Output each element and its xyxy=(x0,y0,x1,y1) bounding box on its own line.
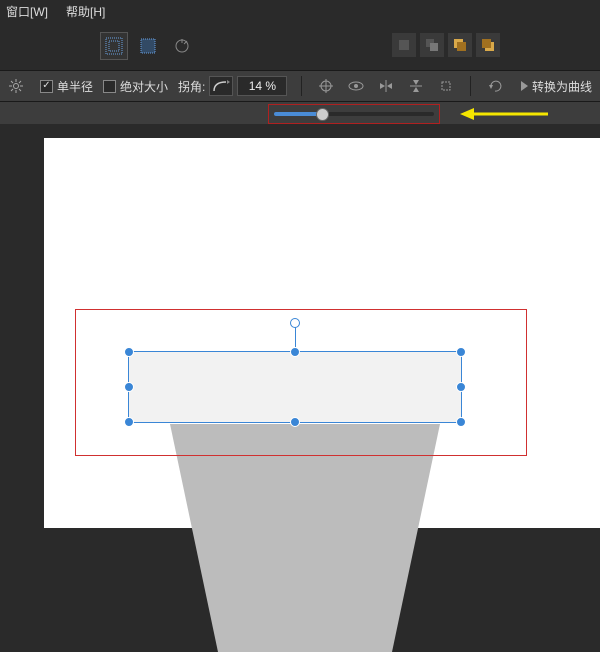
transform-origin-icon[interactable] xyxy=(316,76,336,96)
convert-label: 转换为曲线 xyxy=(532,78,592,95)
absolute-size-checkbox[interactable]: 绝对大小 xyxy=(103,78,168,95)
corner-label: 拐角: xyxy=(178,78,205,95)
corner-slider[interactable] xyxy=(274,112,434,116)
snap-icon[interactable] xyxy=(168,32,196,60)
canvas-area xyxy=(0,124,600,528)
arrangement-icons xyxy=(392,33,500,57)
absolute-size-label: 绝对大小 xyxy=(120,78,168,95)
checkbox-icon xyxy=(103,80,116,93)
layer-forward-icon[interactable] xyxy=(448,33,472,57)
slider-bar xyxy=(0,102,600,126)
play-icon xyxy=(521,81,528,91)
flip-v-icon[interactable] xyxy=(406,76,426,96)
handle-bottom-right[interactable] xyxy=(456,417,466,427)
convert-to-curves-button[interactable]: 转换为曲线 xyxy=(521,78,592,95)
handle-top-right[interactable] xyxy=(456,347,466,357)
rotation-line xyxy=(295,327,296,347)
divider xyxy=(470,76,471,96)
grid-icon[interactable] xyxy=(100,32,128,60)
annotation-arrow xyxy=(460,107,550,121)
rotate-icon[interactable] xyxy=(485,76,505,96)
layer-backward-icon[interactable] xyxy=(476,33,500,57)
slider-thumb[interactable] xyxy=(316,108,329,121)
gear-icon[interactable] xyxy=(8,78,24,94)
tool-icon-strip xyxy=(0,22,600,70)
rotation-handle[interactable] xyxy=(290,318,300,328)
align-icon-1[interactable] xyxy=(392,33,416,57)
handle-top-left[interactable] xyxy=(124,347,134,357)
grid-dense-icon[interactable] xyxy=(134,32,162,60)
corner-percent-value: 14 % xyxy=(249,79,276,93)
selected-rectangle[interactable] xyxy=(128,351,462,423)
divider xyxy=(301,76,302,96)
checkbox-icon xyxy=(40,80,53,93)
single-radius-checkbox[interactable]: 单半径 xyxy=(40,78,93,95)
align-icon-2[interactable] xyxy=(420,33,444,57)
slider-fill xyxy=(274,112,320,116)
handle-right-mid[interactable] xyxy=(456,382,466,392)
handle-bottom-mid[interactable] xyxy=(290,417,300,427)
single-radius-label: 单半径 xyxy=(57,78,93,95)
options-bar: 单半径 绝对大小 拐角: 14 % 转换为曲线 xyxy=(0,70,600,102)
menubar: 窗口[W] 帮助[H] xyxy=(0,0,600,22)
show-hide-icon[interactable] xyxy=(346,76,366,96)
handle-top-mid[interactable] xyxy=(290,347,300,357)
flip-h-icon[interactable] xyxy=(376,76,396,96)
handle-bottom-left[interactable] xyxy=(124,417,134,427)
corner-percent-input[interactable]: 14 % xyxy=(237,76,287,96)
menu-help[interactable]: 帮助[H] xyxy=(66,3,105,20)
shape-trapezoid[interactable] xyxy=(170,424,440,652)
handle-left-mid[interactable] xyxy=(124,382,134,392)
menu-window[interactable]: 窗口[W] xyxy=(6,3,48,20)
corner-field: 拐角: 14 % xyxy=(178,76,287,96)
crop-icon[interactable] xyxy=(436,76,456,96)
corner-slider-highlight xyxy=(268,104,440,124)
corner-type-dropdown[interactable] xyxy=(209,76,233,96)
